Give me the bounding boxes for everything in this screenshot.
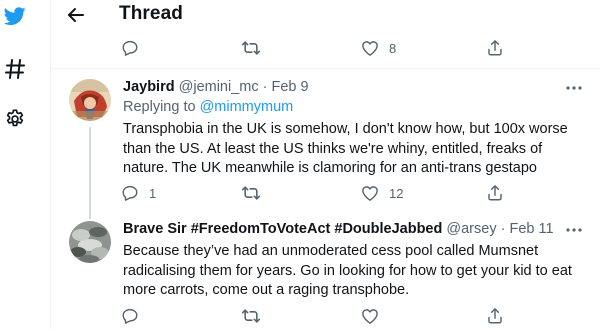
- like-button[interactable]: 12: [361, 182, 403, 204]
- like-button[interactable]: [361, 305, 379, 327]
- share-button[interactable]: [486, 182, 504, 204]
- like-icon: [362, 41, 378, 56]
- tweet-header: Jaybird @jemini_mc · Feb 9: [123, 79, 309, 95]
- thread-header: Thread: [51, 0, 600, 30]
- user-handle[interactable]: @jemini_mc: [179, 79, 259, 95]
- page-title: Thread: [119, 3, 183, 24]
- tweet[interactable]: Jaybird @jemini_mc · Feb 9 Replying to @…: [51, 69, 600, 213]
- reply-count: 1: [149, 185, 157, 201]
- tweet-header: Brave Sir #FreedomToVoteAct #DoubleJabbe…: [123, 221, 554, 237]
- thread-column: Thread 8 Jaybird @jemini_mc · Feb 9 Repl…: [50, 0, 600, 329]
- thread-line: [89, 213, 91, 219]
- more-icon[interactable]: [563, 223, 585, 237]
- replying-to: Replying to @mimmymum: [123, 99, 293, 115]
- retweet-button[interactable]: [241, 37, 261, 59]
- retweet-button[interactable]: [241, 305, 261, 327]
- reply-icon: [122, 185, 138, 201]
- retweet-icon: [241, 309, 261, 323]
- back-arrow-icon[interactable]: [65, 4, 87, 26]
- twitter-bird-icon[interactable]: [2, 3, 28, 29]
- tweet[interactable]: Brave Sir #FreedomToVoteAct #DoubleJabbe…: [51, 213, 600, 329]
- replying-to-label: Replying to: [123, 99, 196, 115]
- like-count: 8: [389, 40, 397, 56]
- like-count: 12: [389, 185, 404, 201]
- reply-icon: [122, 40, 138, 56]
- share-icon: [488, 40, 502, 56]
- like-button[interactable]: 8: [361, 37, 396, 59]
- previous-tweet-actions: 8: [51, 37, 600, 63]
- mention-link[interactable]: @mimmymum: [200, 99, 294, 115]
- reply-button[interactable]: [121, 305, 139, 327]
- share-icon: [488, 185, 502, 201]
- avatar[interactable]: [69, 79, 111, 121]
- like-icon: [362, 309, 378, 324]
- retweet-icon: [241, 186, 261, 200]
- reply-icon: [122, 308, 138, 324]
- tweet-date[interactable]: Feb 9: [272, 79, 309, 95]
- share-button[interactable]: [486, 37, 504, 59]
- more-icon[interactable]: [563, 81, 585, 95]
- left-nav: [0, 0, 44, 329]
- hashtag-icon[interactable]: [2, 56, 28, 82]
- reply-button[interactable]: [121, 37, 139, 59]
- separator-dot: ·: [262, 79, 268, 95]
- display-name[interactable]: Jaybird: [123, 79, 175, 95]
- tweet-actions: 1 12: [51, 182, 600, 208]
- display-name[interactable]: Brave Sir #FreedomToVoteAct #DoubleJabbe…: [123, 221, 442, 237]
- reply-button[interactable]: 1: [121, 182, 156, 204]
- like-icon: [362, 186, 378, 201]
- gear-icon[interactable]: [2, 106, 28, 132]
- avatar[interactable]: [69, 221, 111, 263]
- retweet-icon: [241, 41, 261, 55]
- share-icon: [488, 308, 502, 324]
- tweet-date[interactable]: Feb 11: [509, 221, 553, 237]
- tweet-text: Transphobia in the UK is somehow, I don'…: [123, 121, 568, 176]
- tweet-actions: [51, 305, 600, 331]
- user-handle[interactable]: @arsey: [446, 221, 496, 237]
- retweet-button[interactable]: [241, 182, 261, 204]
- separator-dot: ·: [500, 221, 506, 237]
- tweet-text: Because they’ve had an unmoderated cess …: [123, 243, 572, 298]
- share-button[interactable]: [486, 305, 504, 327]
